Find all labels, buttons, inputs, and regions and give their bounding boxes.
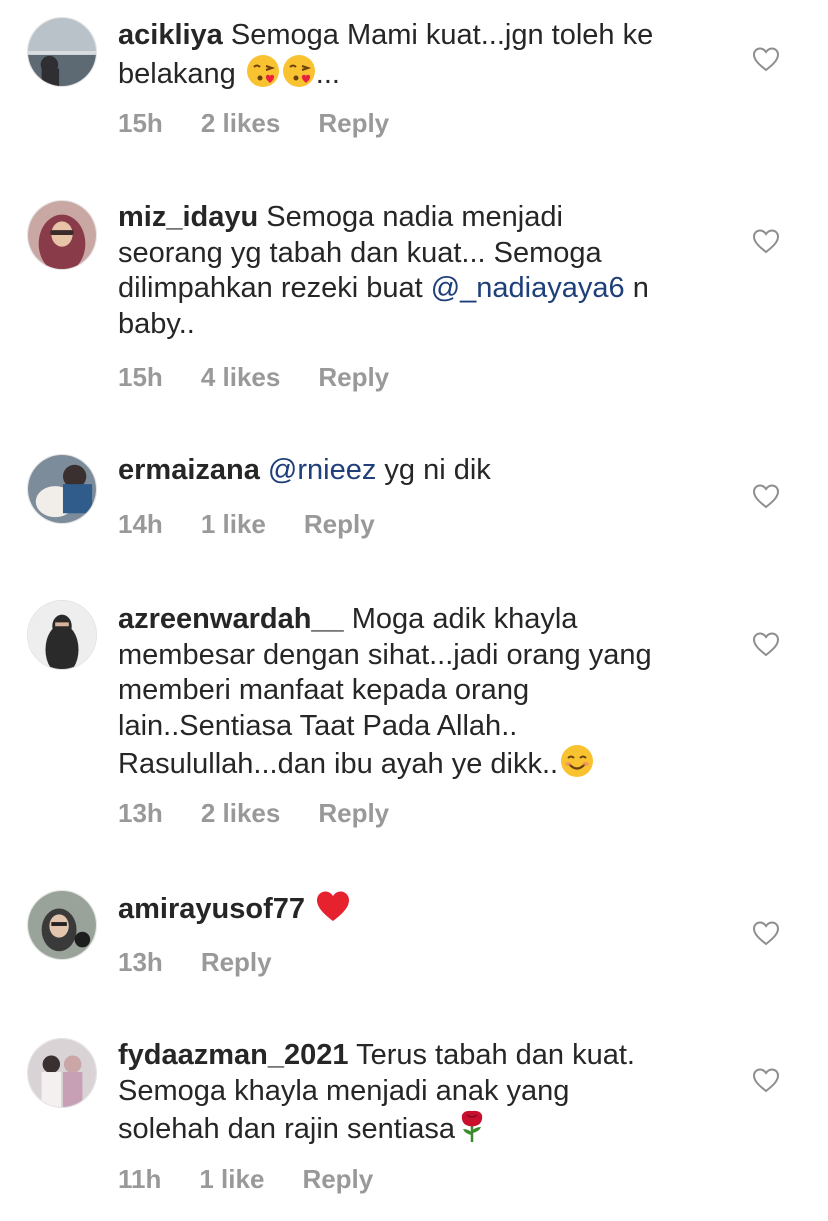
comment-like-count[interactable]: 4 likes <box>201 362 281 393</box>
reply-button[interactable]: Reply <box>318 108 389 139</box>
comment-username[interactable]: acikliya <box>118 19 223 51</box>
comment-text: amirayusof77 <box>118 890 728 933</box>
comment-username[interactable]: amirayusof77 <box>118 893 305 925</box>
avatar[interactable] <box>27 17 97 87</box>
comment-timestamp: 15h <box>118 362 163 392</box>
mention-link[interactable]: @rnieez <box>268 454 376 486</box>
comment-text: fydaazman_2021 Terus tabah dan kuat. Sem… <box>118 1038 728 1153</box>
comment-text: azreenwardah__ Moga adik khayla membesar… <box>118 602 728 788</box>
smiling-face-emoji <box>560 744 594 788</box>
avatar[interactable] <box>27 600 97 670</box>
heart-outline-icon[interactable] <box>752 228 780 254</box>
comment-timestamp: 15h <box>118 108 163 138</box>
comment-like-count[interactable]: 2 likes <box>201 798 281 829</box>
mention-link[interactable]: @_nadiayaya6 <box>431 272 625 304</box>
rose-emoji <box>457 1109 487 1153</box>
comment-username[interactable]: azreenwardah__ <box>118 603 344 635</box>
heart-outline-icon[interactable] <box>752 920 780 946</box>
comment-meta: 13h 2 likes Reply <box>118 798 389 829</box>
red-heart-emoji <box>315 890 351 933</box>
heart-outline-icon[interactable] <box>752 46 780 72</box>
comment-meta: 13h Reply <box>118 947 272 978</box>
comment-username[interactable]: fydaazman_2021 <box>118 1039 349 1071</box>
comment-username[interactable]: ermaizana <box>118 454 260 486</box>
comment-like-count[interactable]: 2 likes <box>201 108 281 139</box>
comment-text: ermaizana @rnieez yg ni dik <box>118 454 491 486</box>
comment-meta: 15h 2 likes Reply <box>118 108 389 139</box>
comment-meta: 14h 1 like Reply <box>118 509 375 540</box>
avatar[interactable] <box>27 890 97 960</box>
reply-button[interactable]: Reply <box>318 798 389 829</box>
comment-text: miz_idayu Semoga nadia menjadi seorang y… <box>118 201 649 340</box>
comment-meta: 11h 1 like Reply <box>118 1164 373 1195</box>
reply-button[interactable]: Reply <box>201 947 272 978</box>
comment-like-count[interactable]: 1 like <box>201 509 266 540</box>
reply-button[interactable]: Reply <box>302 1164 373 1195</box>
reply-button[interactable]: Reply <box>304 509 375 540</box>
comment-text: acikliya Semoga Mami kuat...jgn toleh ke… <box>118 18 728 97</box>
avatar[interactable] <box>27 1038 97 1108</box>
comment-timestamp: 13h <box>118 947 163 977</box>
heart-outline-icon[interactable] <box>752 1067 780 1093</box>
heart-outline-icon[interactable] <box>752 631 780 657</box>
comment-meta: 15h 4 likes Reply <box>118 362 389 393</box>
avatar[interactable] <box>27 200 97 270</box>
face-blowing-kiss-emoji <box>282 54 316 98</box>
comment-like-count[interactable]: 1 like <box>199 1164 264 1195</box>
comment-username[interactable]: miz_idayu <box>118 201 258 233</box>
comment-timestamp: 14h <box>118 509 163 539</box>
heart-outline-icon[interactable] <box>752 483 780 509</box>
face-blowing-kiss-emoji <box>246 54 280 98</box>
reply-button[interactable]: Reply <box>318 362 389 393</box>
comment-timestamp: 13h <box>118 798 163 828</box>
comment-timestamp: 11h <box>118 1164 162 1194</box>
avatar[interactable] <box>27 454 97 524</box>
